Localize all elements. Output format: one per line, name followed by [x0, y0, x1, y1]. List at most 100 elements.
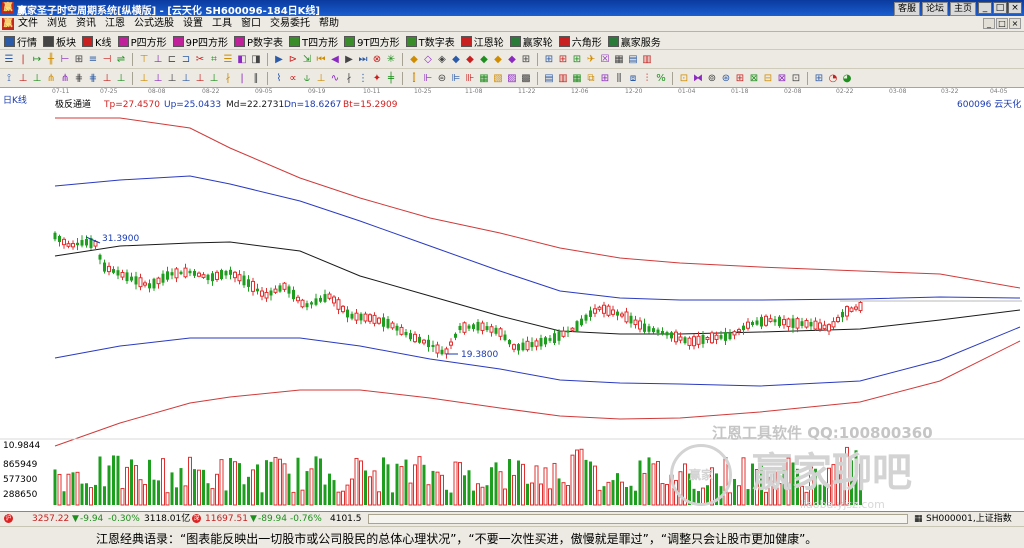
analysis-tool-icon[interactable]: ⊚: [706, 73, 718, 85]
drawing-tool-icon[interactable]: ✈: [585, 54, 597, 66]
analysis-tool-icon[interactable]: ▨: [506, 73, 518, 85]
analysis-tool-icon[interactable]: ▦: [571, 73, 583, 85]
analysis-tool-icon[interactable]: ∥: [250, 73, 262, 85]
toolbar-button-5[interactable]: P数字表: [234, 34, 283, 49]
drawing-tool-icon[interactable]: ╫: [45, 54, 57, 66]
analysis-tool-icon[interactable]: ⫶: [641, 73, 653, 85]
drawing-tool-icon[interactable]: ☒: [599, 54, 611, 66]
sh-index-icon[interactable]: 沪: [4, 514, 13, 525]
drawing-tool-icon[interactable]: ▦: [613, 54, 625, 66]
analysis-tool-icon[interactable]: ⊡: [790, 73, 802, 85]
toolbar-button-1[interactable]: 板块: [43, 34, 76, 49]
analysis-tool-icon[interactable]: ⊥: [31, 73, 43, 85]
toolbar-button-10[interactable]: 赢家轮: [509, 34, 553, 49]
drawing-tool-icon[interactable]: ⊳: [287, 54, 299, 66]
status-scrollbar[interactable]: [368, 514, 908, 524]
drawing-tool-icon[interactable]: ✂: [194, 54, 206, 66]
analysis-tool-icon[interactable]: ∿: [329, 73, 341, 85]
analysis-tool-icon[interactable]: ⫝: [301, 73, 313, 85]
analysis-tool-icon[interactable]: ⋕: [73, 73, 85, 85]
menu-formula-screening[interactable]: 公式选股: [134, 18, 174, 30]
analysis-tool-icon[interactable]: ⊞: [813, 73, 825, 85]
analysis-tool-icon[interactable]: ◔: [827, 73, 839, 85]
analysis-tool-icon[interactable]: ⊫: [450, 73, 462, 85]
analysis-tool-icon[interactable]: ⊜: [436, 73, 448, 85]
toolbar-button-6[interactable]: T四方形: [289, 34, 338, 49]
analysis-tool-icon[interactable]: ⧉: [585, 73, 597, 85]
analysis-tool-icon[interactable]: ⋔: [45, 73, 57, 85]
doc-close-button[interactable]: ×: [1009, 18, 1021, 29]
analysis-tool-icon[interactable]: ⊪: [464, 73, 476, 85]
close-button[interactable]: ×: [1008, 2, 1022, 14]
menu-browse[interactable]: 浏览: [47, 18, 67, 30]
analysis-tool-icon[interactable]: %: [655, 73, 667, 85]
drawing-tool-icon[interactable]: ◀: [329, 54, 341, 66]
drawing-tool-icon[interactable]: ⊣: [101, 54, 113, 66]
analysis-tool-icon[interactable]: ⋔: [59, 73, 71, 85]
drawing-tool-icon[interactable]: ◆: [464, 54, 476, 66]
analysis-tool-icon[interactable]: ⊥: [17, 73, 29, 85]
analysis-tool-icon[interactable]: ⊥: [194, 73, 206, 85]
analysis-tool-icon[interactable]: ⊥: [208, 73, 220, 85]
drawing-tool-icon[interactable]: ◧: [236, 54, 248, 66]
analysis-tool-icon[interactable]: ⊩: [422, 73, 434, 85]
drawing-tool-icon[interactable]: ⊞: [543, 54, 555, 66]
homepage-link[interactable]: 主页: [949, 2, 976, 16]
analysis-tool-icon[interactable]: ⊥: [166, 73, 178, 85]
analysis-tool-icon[interactable]: ⌇: [273, 73, 285, 85]
symbol-box[interactable]: SH000001,上证指数: [926, 514, 1012, 525]
analysis-tool-icon[interactable]: ⊥: [315, 73, 327, 85]
doc-restore-button[interactable]: □: [996, 18, 1008, 29]
drawing-tool-icon[interactable]: ▶: [273, 54, 285, 66]
analysis-tool-icon[interactable]: ⋕: [87, 73, 99, 85]
drawing-tool-icon[interactable]: ≡: [87, 54, 99, 66]
drawing-tool-icon[interactable]: ◆: [478, 54, 490, 66]
drawing-tool-icon[interactable]: ⇲: [301, 54, 313, 66]
menu-help[interactable]: 帮助: [319, 18, 339, 30]
toolbar-button-11[interactable]: 六角形: [558, 34, 602, 49]
drawing-tool-icon[interactable]: ◆: [506, 54, 518, 66]
drawing-tool-icon[interactable]: ⏭: [357, 54, 369, 66]
drawing-tool-icon[interactable]: ☰: [3, 54, 15, 66]
analysis-tool-icon[interactable]: ⊞: [734, 73, 746, 85]
analysis-tool-icon[interactable]: ∤: [343, 73, 355, 85]
menu-window[interactable]: 窗口: [241, 18, 261, 30]
forum-link[interactable]: 论坛: [921, 2, 948, 16]
analysis-tool-icon[interactable]: ⋮: [357, 73, 369, 85]
drawing-tool-icon[interactable]: ◈: [436, 54, 448, 66]
analysis-tool-icon[interactable]: ⊥: [115, 73, 127, 85]
drawing-tool-icon[interactable]: ▥: [641, 54, 653, 66]
analysis-tool-icon[interactable]: ▦: [478, 73, 490, 85]
drawing-tool-icon[interactable]: ⇌: [115, 54, 127, 66]
drawing-tool-icon[interactable]: ◆: [450, 54, 462, 66]
analysis-tool-icon[interactable]: ✦: [371, 73, 383, 85]
analysis-tool-icon[interactable]: ⊛: [720, 73, 732, 85]
drawing-tool-icon[interactable]: ⊏: [166, 54, 178, 66]
drawing-tool-icon[interactable]: ☰: [222, 54, 234, 66]
drawing-tool-icon[interactable]: ⊞: [557, 54, 569, 66]
drawing-tool-icon[interactable]: ⊤: [138, 54, 150, 66]
drawing-tool-icon[interactable]: ⊥: [152, 54, 164, 66]
toolbar-button-3[interactable]: P四方形: [117, 34, 167, 49]
analysis-tool-icon[interactable]: ▩: [520, 73, 532, 85]
drawing-tool-icon[interactable]: |: [17, 54, 29, 66]
drawing-tool-icon[interactable]: ▤: [627, 54, 639, 66]
analysis-tool-icon[interactable]: ⧈: [627, 73, 639, 85]
analysis-tool-icon[interactable]: ⧓: [692, 73, 704, 85]
toolbar-button-8[interactable]: T数字表: [405, 34, 455, 49]
menu-tools[interactable]: 工具: [212, 18, 232, 30]
menu-settings[interactable]: 设置: [183, 18, 203, 30]
drawing-tool-icon[interactable]: ⊞: [520, 54, 532, 66]
menu-file[interactable]: 文件: [18, 18, 38, 30]
drawing-tool-icon[interactable]: ⌗: [208, 54, 220, 66]
analysis-tool-icon[interactable]: ◕: [841, 73, 853, 85]
analysis-tool-icon[interactable]: ▤: [543, 73, 555, 85]
drawing-tool-icon[interactable]: ◆: [492, 54, 504, 66]
minimize-button[interactable]: _: [978, 2, 992, 14]
toolbar-button-9[interactable]: 江恩轮: [460, 34, 504, 49]
drawing-tool-icon[interactable]: ▶: [343, 54, 355, 66]
toolbar-button-12[interactable]: 赢家服务: [607, 34, 661, 49]
toolbar-button-0[interactable]: 行情: [4, 34, 37, 49]
app-menu-icon[interactable]: 赢: [2, 18, 14, 30]
analysis-tool-icon[interactable]: ⊠: [748, 73, 760, 85]
